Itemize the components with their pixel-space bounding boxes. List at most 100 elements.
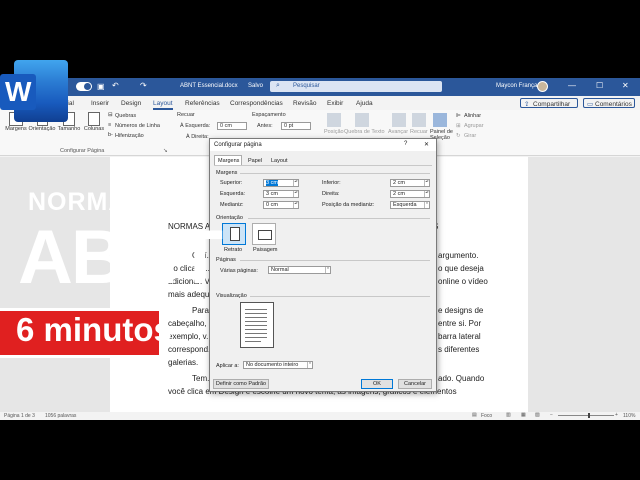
close-window-icon[interactable]: ✕ <box>622 81 629 90</box>
tab-references[interactable]: Referências <box>185 100 220 107</box>
rotate-button[interactable]: Girar <box>464 133 476 139</box>
tab-insert[interactable]: Inserir <box>91 100 109 107</box>
doc-line: galerias. <box>168 358 199 367</box>
close-icon[interactable]: ✕ <box>424 141 429 148</box>
doc-line: correspond... <box>168 345 215 354</box>
doc-fragment: online o vídeo <box>438 277 488 286</box>
avatar[interactable] <box>537 81 548 92</box>
share-label: Compartilhar <box>533 101 571 108</box>
gutter-input[interactable]: 0 cm ▴▾ <box>263 201 299 209</box>
orientation-icon <box>36 112 48 126</box>
right-margin-spinner[interactable]: ▴▾ <box>424 191 429 197</box>
tab-mailings[interactable]: Correspondências <box>230 100 283 107</box>
right-margin-label: Direita: <box>322 191 340 197</box>
maximize-icon[interactable]: ☐ <box>596 81 603 90</box>
search-placeholder: Pesquisar <box>293 83 320 89</box>
apply-to-select[interactable]: No documento inteiro ▾ <box>243 361 313 369</box>
zoom-out-icon[interactable]: − <box>550 412 553 418</box>
ok-button[interactable]: OK <box>361 379 393 389</box>
margins-button[interactable]: Margens <box>4 112 28 132</box>
doc-fragment: o que deseja <box>438 264 484 273</box>
send-backward-icon <box>412 113 426 127</box>
undo-icon[interactable]: ↶ <box>112 81 119 90</box>
landscape-option[interactable] <box>252 223 276 245</box>
chevron-down-icon: ▾ <box>424 202 429 208</box>
word-count[interactable]: 1056 palavras <box>45 413 76 419</box>
tab-layout[interactable]: Layout <box>153 100 173 110</box>
group-button[interactable]: Agrupar <box>464 123 484 129</box>
align-button[interactable]: Alinhar <box>464 113 481 119</box>
top-margin-spinner[interactable]: ▴▾ <box>293 180 298 186</box>
dialog-title-bar: Configurar página ? ✕ <box>210 139 436 151</box>
minimize-icon[interactable]: — <box>568 81 576 90</box>
portrait-option[interactable] <box>222 223 246 245</box>
tab-layout-dialog[interactable]: Layout <box>271 158 288 164</box>
right-margin-input[interactable]: 2 cm ▴▾ <box>390 190 430 198</box>
margins-label: Margens <box>5 126 27 132</box>
spacing-label: Espaçamento <box>252 112 286 118</box>
comments-button[interactable]: ▭ Comentários <box>583 98 635 108</box>
align-icon: ⊫ <box>456 113 461 119</box>
gutter-spinner[interactable]: ▴▾ <box>293 202 298 208</box>
size-button[interactable]: Tamanho <box>57 112 81 132</box>
tab-paper[interactable]: Papel <box>248 158 262 164</box>
tab-review[interactable]: Revisão <box>293 100 316 107</box>
section-rule <box>240 260 430 261</box>
top-margin-label: Superior: <box>220 180 243 186</box>
zoom-in-icon[interactable]: + <box>615 412 618 418</box>
chevron-down-icon: ▾ <box>325 267 330 273</box>
pages-section-title: Páginas <box>216 257 236 263</box>
multiple-pages-select[interactable]: Normal ▾ <box>268 266 331 274</box>
orientation-button[interactable]: Orientação <box>28 112 56 132</box>
indent-left-input[interactable]: 0 cm <box>217 122 247 130</box>
page-setup-launcher-icon[interactable]: ↘ <box>163 148 168 154</box>
zoom-level[interactable]: 110% <box>623 413 635 419</box>
search-box[interactable]: ⌕ Pesquisar <box>270 81 442 92</box>
tab-home[interactable]: ...ial <box>62 100 74 107</box>
breaks-icon: ⊟ <box>108 112 113 118</box>
spacing-before-input[interactable]: 0 pt <box>281 122 311 130</box>
web-layout-icon[interactable]: ▧ <box>535 412 540 418</box>
hyphenation-button[interactable]: Hifenização <box>115 133 144 139</box>
tab-help[interactable]: Ajuda <box>356 100 373 107</box>
tab-margins[interactable]: Margens <box>214 155 242 165</box>
bottom-margin-input[interactable]: 2 cm ▴▾ <box>390 179 430 187</box>
page-count[interactable]: Página 1 de 3 <box>4 413 35 419</box>
set-default-button[interactable]: Definir como Padrão <box>213 379 269 389</box>
zoom-slider-handle[interactable] <box>588 413 590 418</box>
send-backward-button[interactable]: Recuar <box>410 129 428 135</box>
share-button[interactable]: ⇪ Compartilhar <box>520 98 578 108</box>
columns-button[interactable]: Colunas <box>82 112 106 132</box>
bottom-margin-spinner[interactable]: ▴▾ <box>424 180 429 186</box>
portrait-icon <box>230 227 240 241</box>
wrap-text-button[interactable]: Quebra de Texto <box>344 129 385 135</box>
breaks-button[interactable]: Quebras <box>115 113 136 119</box>
redo-icon[interactable]: ↷ <box>140 81 147 90</box>
focus-button[interactable]: Foco <box>481 413 492 419</box>
help-icon[interactable]: ? <box>404 141 407 147</box>
save-status: Salvo <box>248 83 264 89</box>
tab-design[interactable]: Design <box>121 100 141 107</box>
ribbon-tabs: ...ial Inserir Design Layout Referências… <box>0 96 640 110</box>
line-numbers-button[interactable]: Números de Linha <box>115 123 160 129</box>
position-button[interactable]: Posição <box>324 129 344 135</box>
gutter-position-select[interactable]: Esquerda ▾ <box>390 201 430 209</box>
portrait-label: Retrato <box>224 247 243 253</box>
bring-forward-button[interactable]: Avançar <box>388 129 408 135</box>
print-layout-icon[interactable]: ▦ <box>521 412 526 418</box>
selection-pane-icon <box>433 113 447 127</box>
preview-section-title: Visualização <box>216 293 247 299</box>
autosave-toggle[interactable] <box>76 82 92 91</box>
hyphenation-icon: b- <box>108 132 113 138</box>
cancel-button[interactable]: Cancelar <box>398 379 432 389</box>
rotate-icon: ↻ <box>456 133 461 139</box>
tab-view[interactable]: Exibir <box>327 100 343 107</box>
zoom-slider[interactable] <box>558 413 614 418</box>
section-rule <box>248 218 430 219</box>
save-icon[interactable]: ▣ <box>97 82 105 91</box>
left-margin-spinner[interactable]: ▴▾ <box>293 191 298 197</box>
read-mode-icon[interactable]: ▥ <box>506 412 511 418</box>
doc-line: Ao clicar e... <box>168 264 213 273</box>
left-margin-input[interactable]: 3 cm ▴▾ <box>263 190 299 198</box>
top-margin-input[interactable]: 3 cm ▴▾ <box>263 179 299 187</box>
